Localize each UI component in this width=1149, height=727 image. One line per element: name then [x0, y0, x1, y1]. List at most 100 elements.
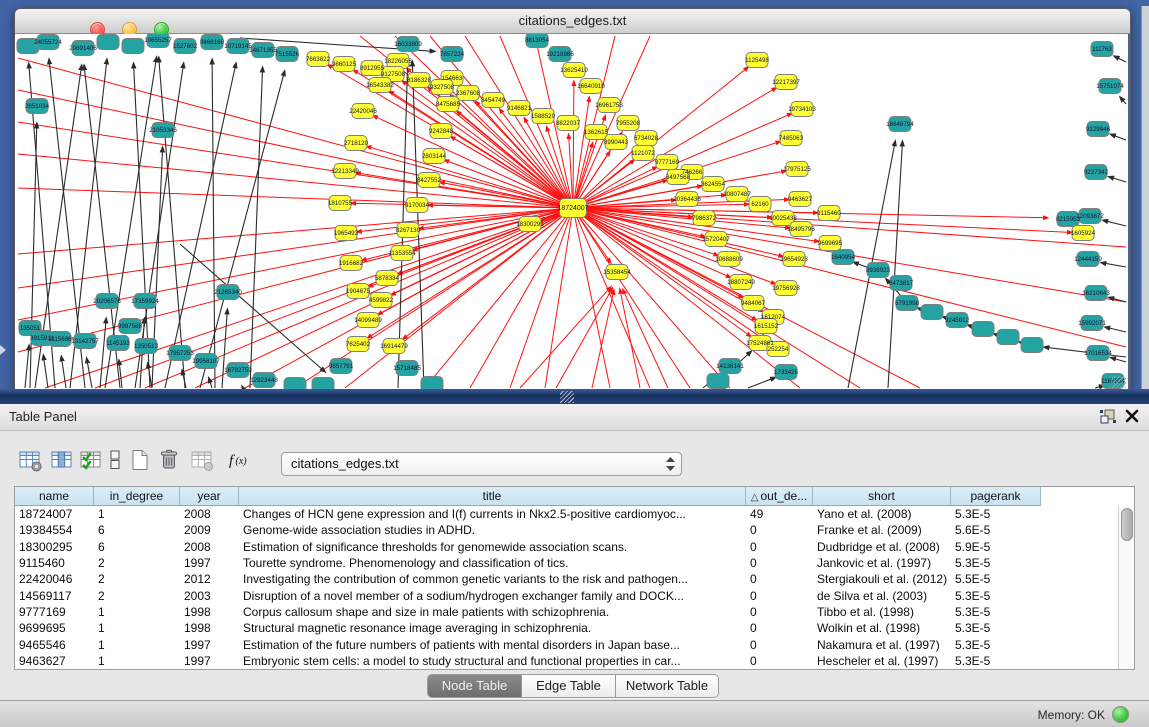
table-cell[interactable]: Disruption of a novel member of a sodium… — [239, 588, 746, 604]
graph-node[interactable] — [707, 374, 729, 389]
table-row[interactable]: 946362711997Embryonic stem cells: a mode… — [15, 653, 1119, 669]
table-cell[interactable]: de Silva et al. (2003) — [813, 588, 951, 604]
graph-node[interactable] — [97, 35, 119, 50]
table-cell[interactable]: 0 — [746, 555, 813, 571]
table-cell[interactable]: Wolkin et al. (1998) — [813, 620, 951, 636]
table-cell[interactable]: 49 — [746, 506, 813, 522]
table-row[interactable]: 1938455462009Genome-wide association stu… — [15, 522, 1119, 538]
column-header-title[interactable]: title — [239, 487, 746, 506]
table-cell[interactable]: Investigating the contribution of common… — [239, 571, 746, 587]
table-cell[interactable]: 0 — [746, 571, 813, 587]
network-graph[interactable]: 2405572420691406106552571527602846616010… — [15, 34, 1128, 390]
table-cell[interactable]: 1998 — [180, 604, 239, 620]
table-cell[interactable]: 9699695 — [15, 620, 94, 636]
table-cell[interactable]: 1 — [94, 637, 180, 653]
table-cell[interactable]: 5.3E-5 — [951, 555, 1041, 571]
horizontal-splitter[interactable] — [0, 389, 1149, 404]
table-cell[interactable]: 0 — [746, 539, 813, 555]
table-cell[interactable]: 2012 — [180, 571, 239, 587]
table-cell[interactable]: 5.3E-5 — [951, 637, 1041, 653]
network-window-titlebar[interactable]: citations_edges.txt — [15, 9, 1130, 34]
table-row[interactable]: 2242004622012Investigating the contribut… — [15, 571, 1119, 587]
table-cell[interactable]: 1997 — [180, 555, 239, 571]
graph-node[interactable] — [1021, 338, 1043, 353]
table-cell[interactable]: 0 — [746, 604, 813, 620]
column-header-pagerank[interactable]: pagerank — [951, 487, 1041, 506]
create-column-icon[interactable] — [128, 448, 154, 474]
table-cell[interactable]: 5.9E-5 — [951, 539, 1041, 555]
close-panel-icon[interactable] — [1124, 408, 1144, 426]
table-cell[interactable]: 2 — [94, 588, 180, 604]
float-window-icon[interactable] — [1098, 408, 1118, 426]
table-cell[interactable]: 5.5E-5 — [951, 571, 1041, 587]
panel-collapse-arrow[interactable] — [0, 345, 6, 355]
table-cell[interactable]: Franke et al. (2009) — [813, 522, 951, 538]
table-cell[interactable]: 1 — [94, 506, 180, 522]
table-cell[interactable]: 5.3E-5 — [951, 620, 1041, 636]
splitter-grip[interactable] — [560, 391, 574, 403]
function-builder-icon[interactable]: f(x) — [228, 448, 254, 474]
table-cell[interactable]: Hescheler et al. (1997) — [813, 653, 951, 669]
table-cell[interactable]: Embryonic stem cells: a model to study s… — [239, 653, 746, 669]
table-row[interactable]: 1872400712008Changes of HCN gene express… — [15, 506, 1119, 522]
table-cell[interactable]: 1 — [94, 620, 180, 636]
table-cell[interactable]: Yano et al. (2008) — [813, 506, 951, 522]
table-cell[interactable]: Genome-wide association studies in ADHD. — [239, 522, 746, 538]
table-cell[interactable]: Corpus callosum shape and size in male p… — [239, 604, 746, 620]
column-header-in_degree[interactable]: in_degree — [94, 487, 180, 506]
table-cell[interactable]: 2008 — [180, 539, 239, 555]
column-header-name[interactable]: name — [15, 487, 94, 506]
graph-node[interactable] — [921, 305, 943, 320]
table-cell[interactable]: Jankovic et al. (1997) — [813, 555, 951, 571]
table-cell[interactable]: 0 — [746, 522, 813, 538]
table-cell[interactable]: 0 — [746, 588, 813, 604]
table-body[interactable]: 1872400712008Changes of HCN gene express… — [15, 506, 1119, 669]
table-cell[interactable]: 5.3E-5 — [951, 588, 1041, 604]
table-cell[interactable]: Dudbridge et al. (2008) — [813, 539, 951, 555]
table-cell[interactable]: Structural magnetic resonance image aver… — [239, 620, 746, 636]
row-options-icon[interactable] — [103, 448, 129, 474]
table-cell[interactable]: Estimation of the future numbers of pati… — [239, 637, 746, 653]
column-header-short[interactable]: short — [813, 487, 951, 506]
table-cell[interactable]: 9465546 — [15, 637, 94, 653]
table-cell[interactable]: Tourette syndrome. Phenomenology and cla… — [239, 555, 746, 571]
table-row[interactable]: 1830029562008Estimation of significance … — [15, 539, 1119, 555]
table-row[interactable]: 911546021997Tourette syndrome. Phenomeno… — [15, 555, 1119, 571]
table-cell[interactable]: 0 — [746, 637, 813, 653]
table-cell[interactable]: 0 — [746, 620, 813, 636]
table-cell[interactable]: 1997 — [180, 637, 239, 653]
table-row[interactable]: 969969511998Structural magnetic resonanc… — [15, 620, 1119, 636]
table-row[interactable]: 1456911722003Disruption of a novel membe… — [15, 588, 1119, 604]
table-cell[interactable]: 1998 — [180, 620, 239, 636]
table-cell[interactable]: 2 — [94, 571, 180, 587]
table-cell[interactable]: 9463627 — [15, 653, 94, 669]
table-cell[interactable]: 2009 — [180, 522, 239, 538]
table-cell[interactable]: 18300295 — [15, 539, 94, 555]
table-cell[interactable]: 2008 — [180, 506, 239, 522]
table-cell[interactable]: Changes of HCN gene expression and I(f) … — [239, 506, 746, 522]
table-cell[interactable]: Tibbo et al. (1998) — [813, 604, 951, 620]
table-cell[interactable]: 5.6E-5 — [951, 522, 1041, 538]
table-cell[interactable]: Estimation of significance thresholds fo… — [239, 539, 746, 555]
canvas-resize-grip[interactable] — [1112, 376, 1126, 388]
table-cell[interactable]: 5.3E-5 — [951, 506, 1041, 522]
column-header-out_de[interactable]: △out_de... — [746, 487, 813, 506]
table-scrollbar[interactable] — [1118, 506, 1134, 669]
table-mode-icon[interactable] — [18, 448, 44, 474]
table-cell[interactable]: 5.3E-5 — [951, 653, 1041, 669]
table-cell[interactable]: 2 — [94, 555, 180, 571]
tab-edge-table[interactable]: Edge Table — [522, 675, 616, 697]
table-cell[interactable]: 14569117 — [15, 588, 94, 604]
import-table-icon[interactable] — [190, 448, 216, 474]
graph-node[interactable] — [122, 39, 144, 54]
column-header-year[interactable]: year — [180, 487, 239, 506]
table-cell[interactable]: 18724007 — [15, 506, 94, 522]
graph-node[interactable] — [997, 330, 1019, 345]
table-cell[interactable]: 1997 — [180, 653, 239, 669]
table-cell[interactable]: 22420046 — [15, 571, 94, 587]
table-cell[interactable]: 0 — [746, 653, 813, 669]
table-cell[interactable]: 1 — [94, 604, 180, 620]
select-columns-icon[interactable] — [79, 448, 105, 474]
graph-node[interactable] — [421, 377, 443, 391]
table-cell[interactable]: 9115460 — [15, 555, 94, 571]
